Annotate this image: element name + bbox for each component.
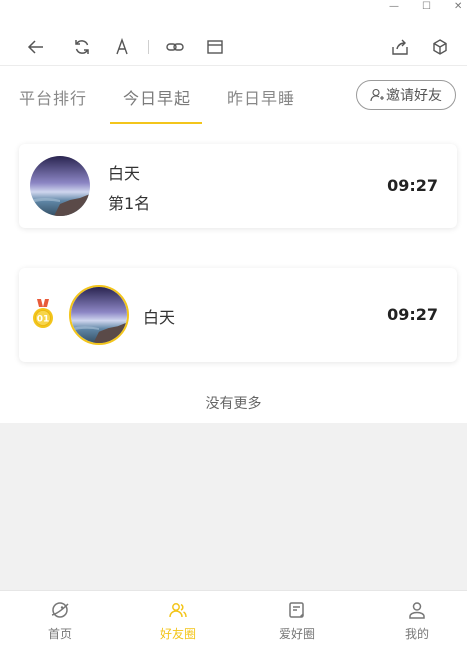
nav-home-label: 首页: [47, 627, 72, 641]
close-button[interactable]: ✕: [454, 0, 462, 14]
empty-area: [0, 423, 467, 590]
wake-time: 09:27: [387, 176, 438, 195]
invite-friends-button[interactable]: 邀请好友: [356, 80, 456, 110]
list-item[interactable]: 01 白天 09:27: [19, 268, 457, 362]
bottom-navigation: 首页 好友圈 爱好圈 我的: [0, 590, 467, 646]
medal-icon: 01: [33, 299, 53, 328]
tab-platform-ranking[interactable]: 平台排行: [19, 85, 87, 109]
refresh-icon[interactable]: [70, 35, 94, 59]
nav-hobby-label: 爱好圈: [278, 627, 315, 641]
user-name: 白天: [108, 164, 141, 183]
link-icon[interactable]: [163, 35, 187, 59]
invite-friends-label: 邀请好友: [386, 88, 442, 104]
share-icon[interactable]: [388, 35, 412, 59]
window-controls: — ☐ ✕: [0, 0, 467, 14]
toolbar-divider: [148, 40, 149, 54]
cube-icon[interactable]: [428, 35, 452, 59]
avatar: [69, 285, 129, 345]
user-name: 白天: [143, 308, 176, 327]
nav-home[interactable]: 首页: [20, 599, 100, 642]
no-more-text: 没有更多: [205, 396, 262, 412]
back-icon[interactable]: [24, 35, 48, 59]
friends-icon: [138, 599, 218, 621]
nav-mine-label: 我的: [404, 627, 429, 641]
nav-hobby[interactable]: 爱好圈: [257, 599, 337, 642]
nav-friends[interactable]: 好友圈: [138, 599, 218, 642]
minimize-button[interactable]: —: [389, 0, 399, 14]
tab-yesterday-early-sleep[interactable]: 昨日早睡: [227, 85, 295, 109]
window-icon[interactable]: [203, 35, 227, 59]
nav-mine[interactable]: 我的: [377, 599, 457, 642]
user-rank: 第1名: [108, 194, 151, 213]
maximize-button[interactable]: ☐: [422, 0, 431, 14]
active-tab-indicator: [110, 122, 202, 124]
my-rank-card[interactable]: 白天 第1名 09:27: [19, 144, 457, 228]
tab-today-early-rise[interactable]: 今日早起: [123, 85, 191, 109]
hobby-icon: [257, 599, 337, 621]
font-icon[interactable]: [110, 35, 134, 59]
avatar: [30, 156, 90, 216]
wake-time: 09:27: [387, 305, 438, 324]
nav-friends-label: 好友圈: [159, 627, 196, 641]
planet-icon: [20, 599, 100, 621]
medal-number: 01: [37, 315, 50, 325]
add-person-icon: [370, 88, 384, 102]
browser-toolbar: [0, 30, 467, 64]
person-icon: [377, 599, 457, 621]
